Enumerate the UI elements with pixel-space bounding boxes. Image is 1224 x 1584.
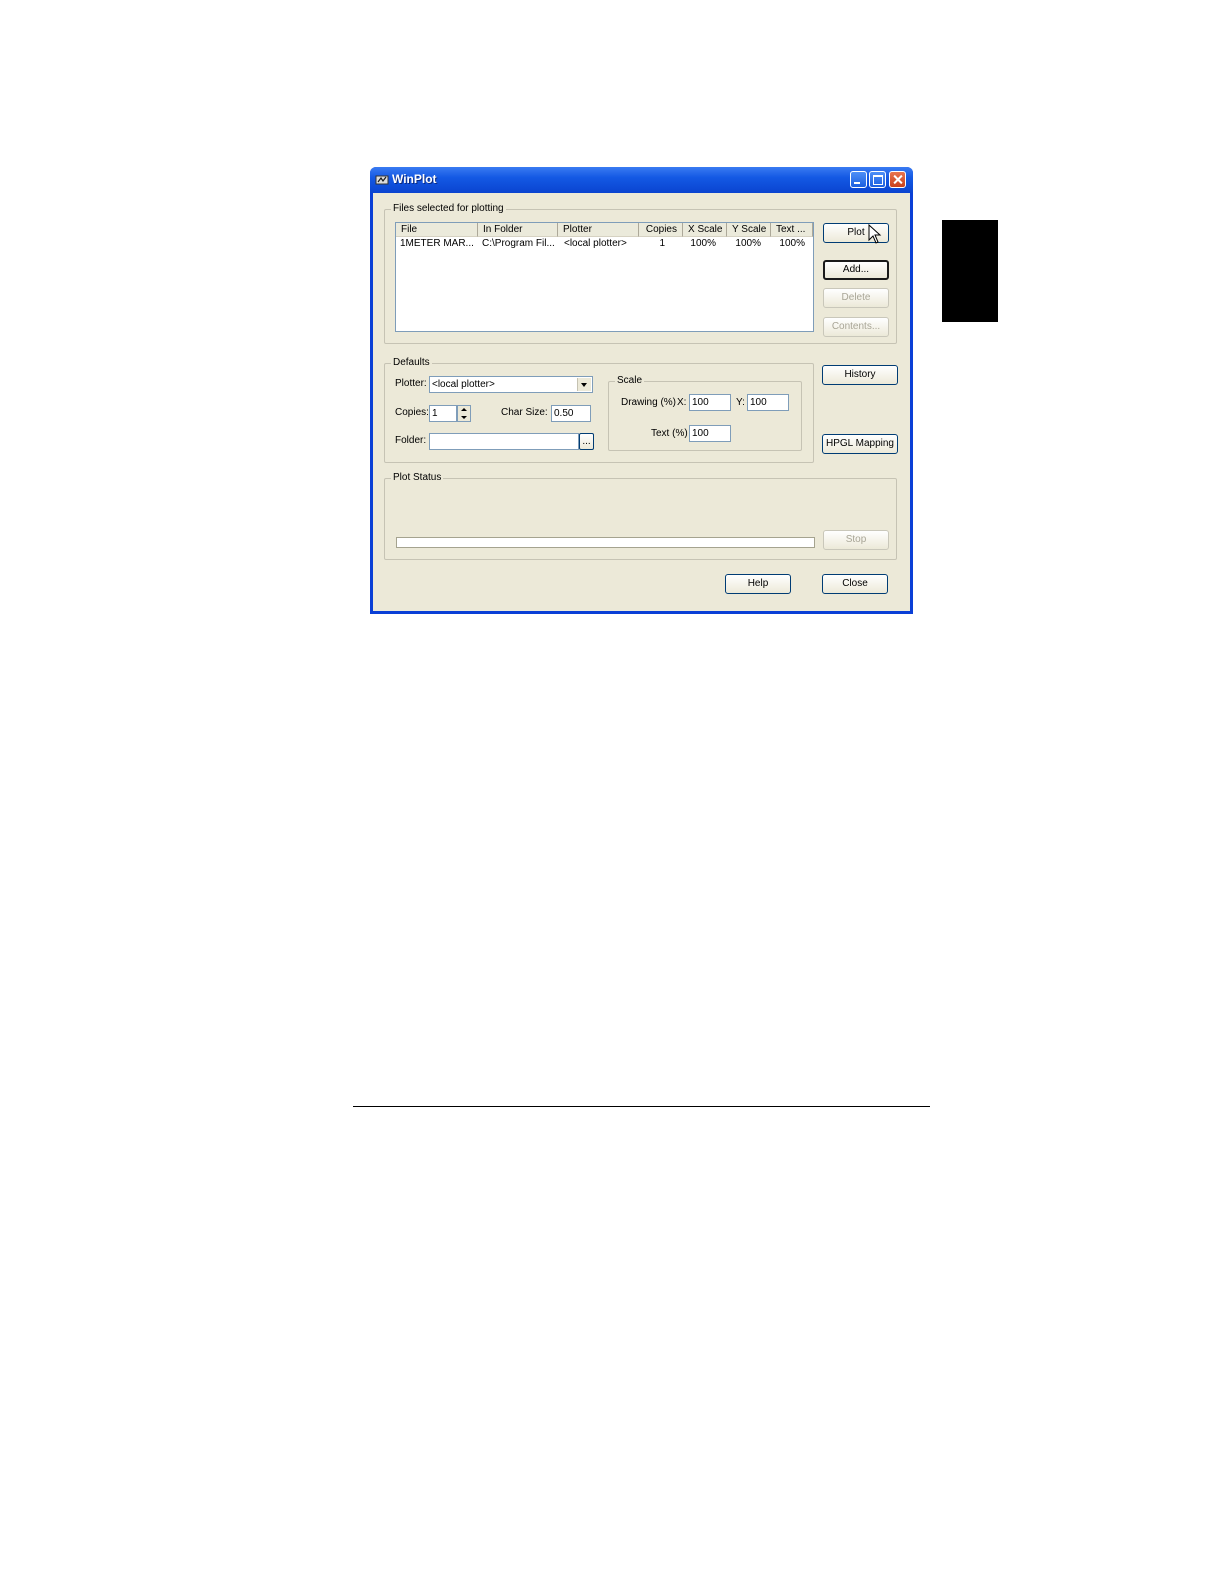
cell-plotter: <local plotter> <box>564 238 627 249</box>
copies-input[interactable]: 1 <box>429 405 457 422</box>
plotter-label: Plotter: <box>395 378 427 389</box>
history-button[interactable]: History <box>822 365 898 385</box>
files-list-header: File In Folder Plotter Copies X Scale Y … <box>396 223 813 237</box>
plot-status-group-label: Plot Status <box>391 472 444 484</box>
chevron-down-icon[interactable] <box>577 378 591 391</box>
column-header-file[interactable]: File <box>396 223 478 237</box>
close-window-icon[interactable] <box>889 171 906 188</box>
cell-in-folder: C:\Program Fil... <box>482 238 555 249</box>
scale-group: Scale Drawing (%) X: 100 Y: 100 Text (%)… <box>608 375 802 451</box>
cell-copies: 1 <box>659 238 665 249</box>
copies-label: Copies: <box>395 407 429 418</box>
table-row[interactable]: 1METER MAR... C:\Program Fil... <local p… <box>396 237 813 250</box>
defaults-group-label: Defaults <box>391 357 432 369</box>
column-header-text[interactable]: Text ... <box>771 223 813 237</box>
text-scale-label: Text (%) <box>651 428 688 439</box>
files-group: Files selected for plotting File In Fold… <box>384 203 897 344</box>
files-list[interactable]: File In Folder Plotter Copies X Scale Y … <box>395 222 814 332</box>
section-tab-marker <box>942 220 998 322</box>
winplot-window: WinPlot Files selected for plotting File… <box>370 167 913 614</box>
column-header-y-scale[interactable]: Y Scale <box>727 223 771 237</box>
window-title: WinPlot <box>392 172 437 186</box>
mouse-pointer-icon <box>868 224 882 244</box>
column-header-plotter[interactable]: Plotter <box>558 223 639 237</box>
column-header-in-folder[interactable]: In Folder <box>478 223 558 237</box>
folder-label: Folder: <box>395 435 427 446</box>
char-size-label: Char Size: <box>501 407 548 418</box>
browse-folder-button[interactable]: ... <box>579 433 594 450</box>
spin-down-icon[interactable] <box>461 416 467 419</box>
cell-x-scale: 100% <box>690 238 716 249</box>
plotter-select-value: <local plotter> <box>432 379 495 390</box>
winplot-app-icon <box>375 175 389 185</box>
dialog-client-area: Files selected for plotting File In Fold… <box>373 193 910 611</box>
maximize-icon[interactable] <box>869 171 886 188</box>
footer-rule <box>353 1106 930 1107</box>
title-bar[interactable]: WinPlot <box>370 167 913 193</box>
y-scale-input[interactable]: 100 <box>747 394 789 411</box>
x-scale-input[interactable]: 100 <box>689 394 731 411</box>
delete-button[interactable]: Delete <box>823 288 889 308</box>
char-size-input[interactable]: 0.50 <box>551 405 591 422</box>
plot-status-group: Plot Status Stop <box>384 472 897 560</box>
hpgl-mapping-button[interactable]: HPGL Mapping <box>822 434 898 454</box>
cell-y-scale: 100% <box>735 238 761 249</box>
spin-up-icon[interactable] <box>461 408 467 411</box>
column-header-x-scale[interactable]: X Scale <box>683 223 727 237</box>
y-scale-label: Y: <box>736 397 745 408</box>
defaults-group: Defaults Plotter: <local plotter> Copies… <box>384 357 814 463</box>
plot-progress-bar <box>396 537 815 548</box>
contents-button[interactable]: Contents... <box>823 317 889 337</box>
column-header-copies[interactable]: Copies <box>639 223 683 237</box>
minimize-icon[interactable] <box>850 171 867 188</box>
x-scale-label: X: <box>677 397 687 408</box>
scale-group-label: Scale <box>615 375 645 387</box>
cell-file: 1METER MAR... <box>400 238 474 249</box>
drawing-scale-label: Drawing (%) <box>621 397 677 408</box>
files-group-label: Files selected for plotting <box>391 203 506 215</box>
copies-stepper[interactable] <box>457 405 471 422</box>
folder-input[interactable] <box>429 433 579 450</box>
text-scale-input[interactable]: 100 <box>689 425 731 442</box>
close-button[interactable]: Close <box>822 574 888 594</box>
help-button[interactable]: Help <box>725 574 791 594</box>
plotter-select[interactable]: <local plotter> <box>429 376 593 393</box>
cell-text-scale: 100% <box>779 238 805 249</box>
stop-button[interactable]: Stop <box>823 530 889 550</box>
add-button[interactable]: Add... <box>823 260 889 280</box>
